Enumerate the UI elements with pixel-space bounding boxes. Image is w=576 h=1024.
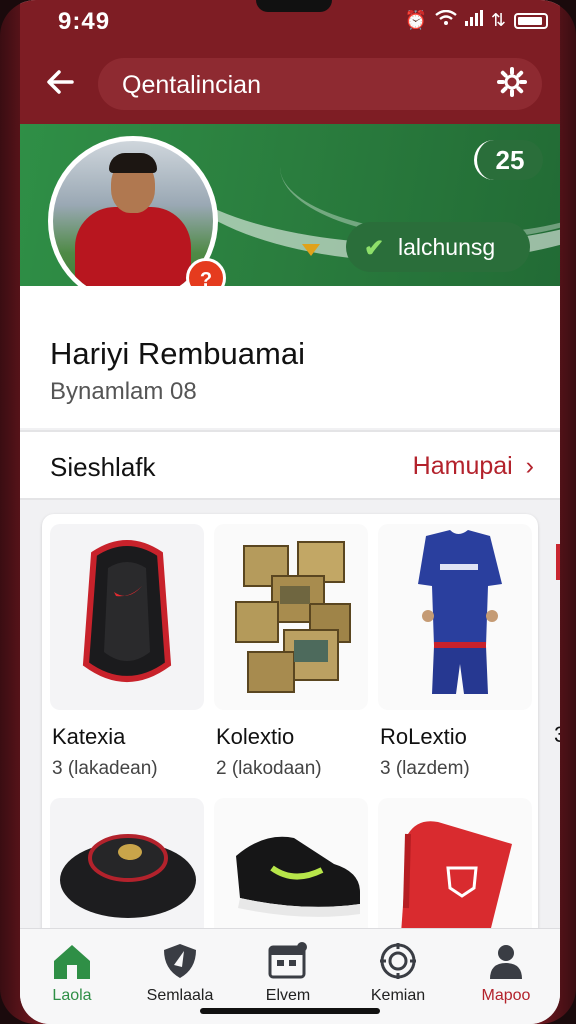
status-icons: ⏰ ⇅	[404, 9, 548, 31]
search-bar[interactable]: Qentalincian	[98, 58, 542, 110]
nav-item-home[interactable]: Laola	[22, 939, 122, 1005]
count-badge[interactable]: 25	[474, 140, 543, 180]
alarm-icon: ⏰	[404, 10, 427, 30]
product-image	[50, 798, 204, 948]
search-text: Qentalincian	[122, 71, 261, 99]
nav-item-kemian[interactable]: Kemian	[348, 939, 448, 1005]
nav-item-semlaala[interactable]: Semlaala	[130, 939, 230, 1005]
home-indicator[interactable]	[200, 1008, 380, 1014]
product-tile[interactable]: Katexia 3 (lakadean)	[50, 524, 204, 780]
product-tile[interactable]: Kolextio 2 (lakodaan)	[214, 524, 368, 780]
see-all-link[interactable]: Hamupai ›	[413, 452, 534, 481]
product-tile[interactable]: RoLextio 3 (lazdem)	[378, 524, 532, 780]
nav-label: Kemian	[370, 987, 426, 1004]
product-subtitle: 2 (lakodaan)	[216, 758, 322, 779]
nav-item-mapoo[interactable]: Mapoo	[456, 939, 556, 1005]
product-image	[50, 524, 204, 710]
home-icon	[22, 939, 122, 983]
profile-icon	[456, 939, 556, 983]
product-tile[interactable]	[214, 798, 368, 948]
nav-label: Semlaala	[146, 987, 214, 1004]
app-bar: Qentalincian	[20, 46, 560, 124]
data-icon: ⇅	[490, 10, 506, 30]
avatar-hair	[109, 153, 157, 173]
product-image	[214, 524, 368, 710]
product-title: Kolextio	[216, 724, 295, 749]
nav-label: Laola	[52, 987, 92, 1004]
profile-name: Hariyi Rembuamai	[50, 336, 305, 371]
shield-icon	[130, 939, 230, 983]
chevron-right-icon: ›	[525, 452, 534, 480]
next-card-peek-text: 3	[554, 722, 560, 748]
product-image	[214, 798, 368, 948]
phone-frame: 9:49 ⏰ ⇅ Qentalincian 25 ✔ lalchunsg ? H…	[0, 0, 576, 1024]
camera-notch	[256, 0, 332, 12]
check-icon: ✔	[364, 235, 385, 262]
next-card-peek	[556, 544, 560, 580]
status-time: 9:49	[58, 8, 111, 35]
product-tile[interactable]	[50, 798, 204, 948]
status-bar: 9:49 ⏰ ⇅	[20, 0, 560, 46]
product-image	[378, 798, 532, 948]
product-grid: Katexia 3 (lakadean) Kolextio 2 (lakodaa…	[42, 514, 538, 954]
target-icon	[348, 939, 448, 983]
calendar-icon	[238, 939, 338, 983]
product-subtitle: 3 (lakadean)	[52, 758, 158, 779]
product-title: Katexia	[52, 724, 126, 749]
app-screen: 9:49 ⏰ ⇅ Qentalincian 25 ✔ lalchunsg ? H…	[20, 0, 560, 1024]
signal-icon	[464, 10, 483, 31]
section-title: Sieshlafk	[50, 452, 156, 482]
gear-icon[interactable]	[494, 66, 530, 102]
see-all-label: Hamupai	[412, 452, 513, 480]
status-chip-label: lalchunsg	[398, 234, 496, 260]
section-header: Sieshlafk Hamupai ›	[20, 430, 560, 500]
nav-item-elvem[interactable]: Elvem	[238, 939, 338, 1005]
profile-info-card: Hariyi Rembuamai Bynamlam 08	[20, 286, 560, 428]
product-title: RoLextio	[380, 724, 467, 749]
product-tile[interactable]	[378, 798, 532, 948]
back-arrow-icon[interactable]	[42, 64, 82, 104]
status-chip[interactable]: ✔ lalchunsg	[346, 222, 530, 272]
profile-subtitle: Bynamlam 08	[50, 378, 197, 405]
battery-icon	[514, 12, 548, 29]
wifi-icon	[435, 9, 457, 31]
nav-label: Mapoo	[481, 987, 531, 1004]
product-subtitle: 3 (lazdem)	[380, 758, 470, 779]
product-image	[378, 524, 532, 710]
nav-label: Elvem	[265, 987, 311, 1004]
